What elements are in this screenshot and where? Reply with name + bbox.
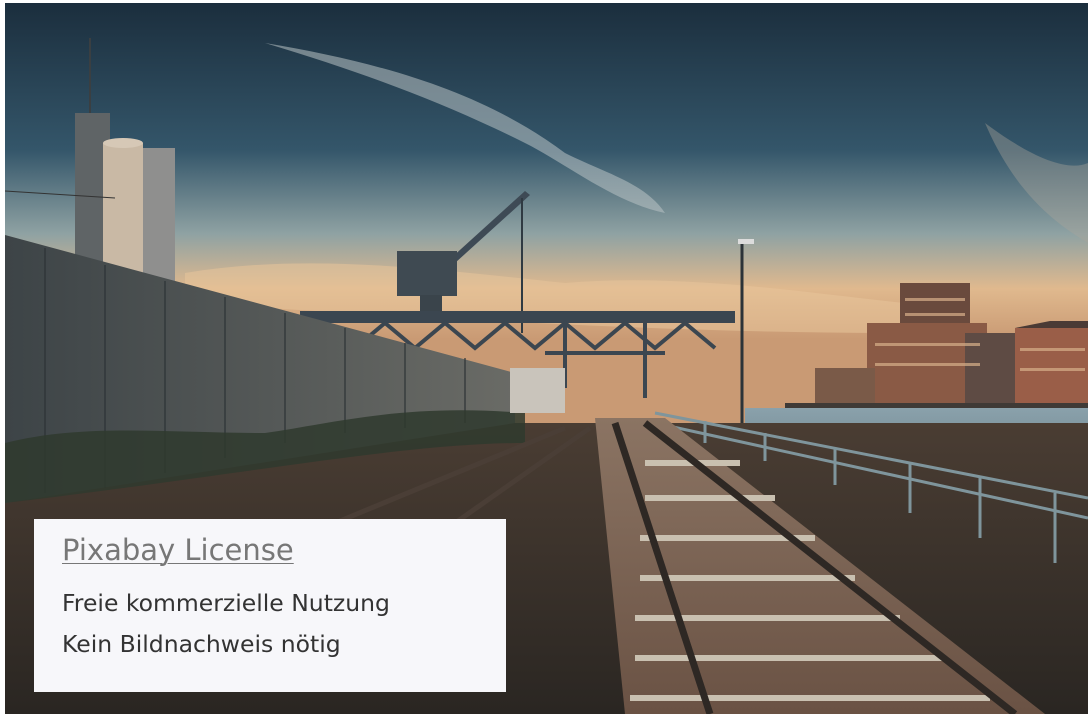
image-preview: Pixabay License Freie kommerzielle Nutzu… <box>0 0 1088 714</box>
pixabay-license-link[interactable]: Pixabay License <box>62 531 478 569</box>
license-attribution-text: Kein Bildnachweis nötig <box>62 630 341 658</box>
license-card: Pixabay License Freie kommerzielle Nutzu… <box>34 519 506 692</box>
license-commercial-use-text: Freie kommerzielle Nutzung <box>62 589 390 617</box>
